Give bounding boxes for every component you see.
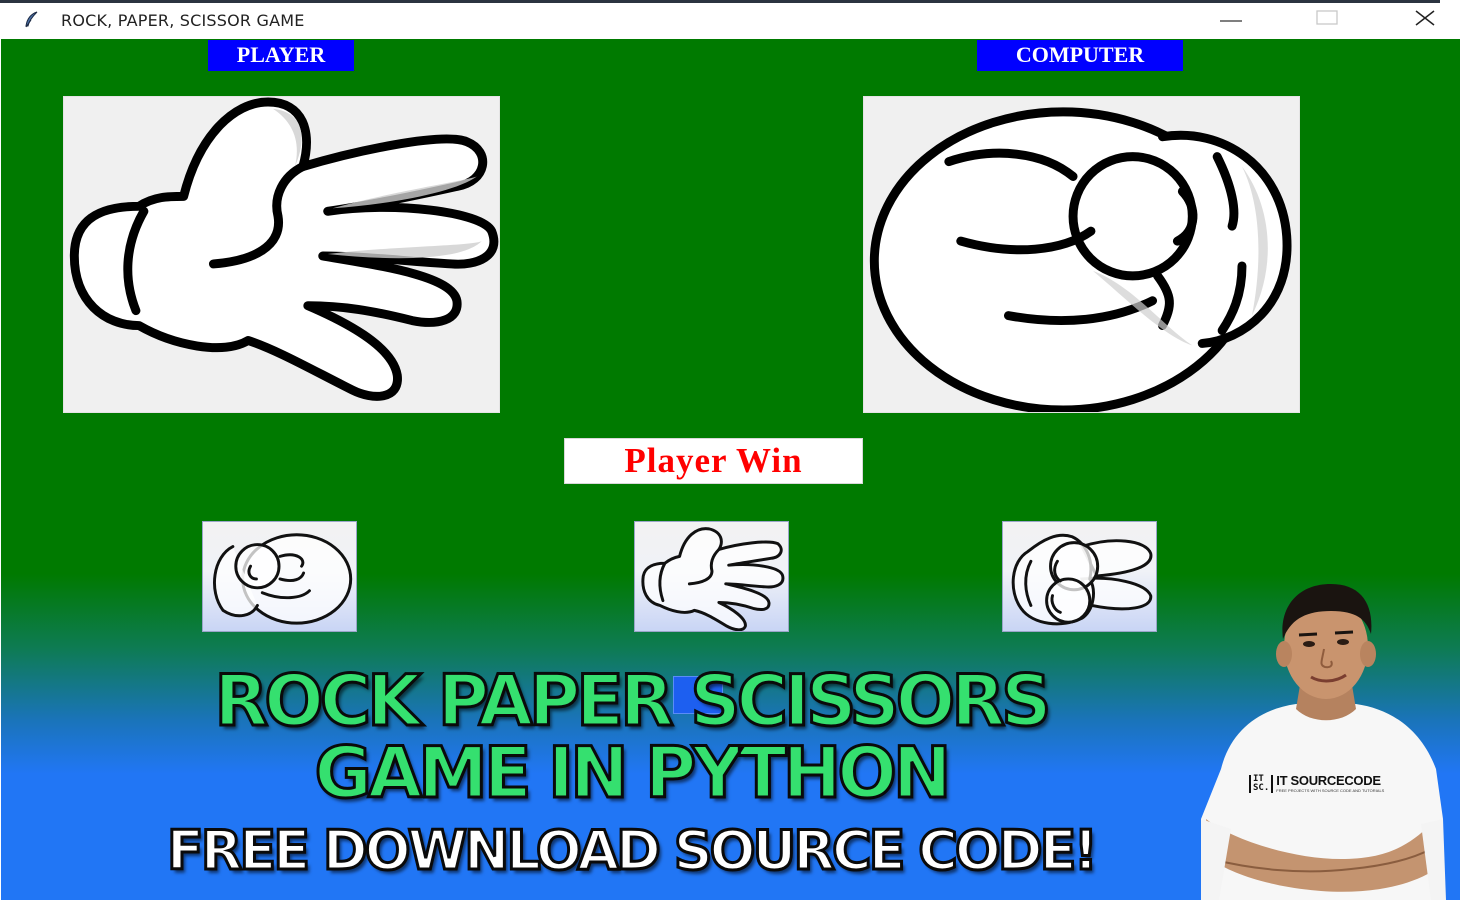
- player-choice-image: [63, 96, 500, 413]
- banner-title-line1: ROCK PAPER SCISSORS: [213, 660, 1053, 743]
- banner-title-line2: GAME IN PYTHON: [313, 732, 953, 815]
- feather-icon: [22, 10, 42, 30]
- title-bar: ROCK, PAPER, SCISSOR GAME: [0, 3, 1460, 39]
- shirt-tagline-text: FREE PROJECTS WITH SOURCE CODE AND TUTOR…: [1276, 788, 1385, 793]
- rock-hand-icon: [869, 107, 1292, 412]
- computer-label: COMPUTER: [977, 40, 1183, 71]
- logo-mark-bottom: SC.: [1253, 782, 1270, 793]
- shirt-brand-text: IT SOURCECODE: [1276, 773, 1381, 788]
- minimize-button[interactable]: [1208, 3, 1254, 37]
- computer-choice-image: [863, 96, 1300, 413]
- player-label: PLAYER: [208, 40, 354, 71]
- game-window: PLAYER COMPUTER Player Win ROCK PAPER SC…: [1, 39, 1446, 900]
- paper-button[interactable]: [634, 521, 789, 632]
- banner-subtitle: FREE DOWNLOAD SOURCE CODE!: [165, 818, 1099, 884]
- paper-hand-icon: [641, 527, 785, 631]
- person-icon: [1201, 584, 1446, 900]
- itsc-logo-icon: IT SC.: [1249, 774, 1274, 793]
- shirt-logo: IT SC. IT SOURCECODE FREE PROJECTS WITH …: [1249, 774, 1384, 793]
- rock-button[interactable]: [202, 521, 357, 632]
- result-message: Player Win: [564, 438, 863, 484]
- presenter-photo: IT SC. IT SOURCECODE FREE PROJECTS WITH …: [1191, 569, 1460, 900]
- maximize-button[interactable]: [1304, 3, 1350, 37]
- rock-hand-icon: [213, 533, 353, 625]
- paper-hand-icon: [69, 97, 499, 401]
- close-icon: [1414, 9, 1436, 31]
- scissor-hand-icon: [1011, 533, 1153, 626]
- minimize-icon: [1220, 11, 1242, 30]
- close-button[interactable]: [1402, 3, 1448, 37]
- maximize-icon: [1316, 10, 1338, 30]
- window-title: ROCK, PAPER, SCISSOR GAME: [61, 11, 305, 30]
- scissor-button[interactable]: [1002, 521, 1157, 632]
